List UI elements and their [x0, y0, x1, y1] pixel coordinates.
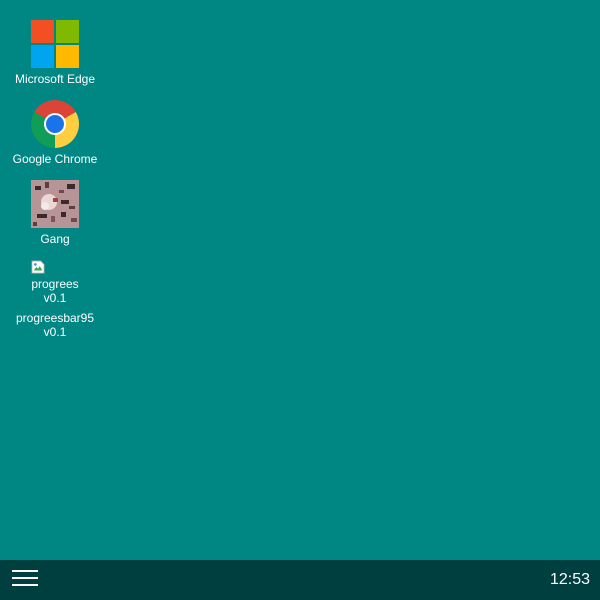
start-menu-button[interactable] — [6, 566, 44, 594]
desktop-icon-label: progreesbar95 v0.1 — [15, 311, 95, 339]
desktop-icon-microsoft-edge[interactable]: Microsoft Edge — [7, 20, 103, 86]
google-chrome-icon — [31, 100, 79, 148]
taskbar-clock: 12:53 — [549, 571, 590, 588]
hamburger-menu-icon — [12, 570, 38, 586]
gang-image-icon — [31, 180, 79, 228]
desktop-icon-label: Gang — [40, 232, 70, 246]
desktop-icon-label: Google Chrome — [12, 152, 98, 166]
broken-image-icon — [31, 260, 45, 274]
broken-image-alt-text: progrees v0.1 — [31, 277, 79, 305]
broken-image: progrees v0.1 — [31, 260, 79, 305]
desktop-icon-gang[interactable]: Gang — [7, 180, 103, 246]
microsoft-edge-icon — [31, 20, 79, 68]
desktop: Microsoft Edge Google Chrome Gang progre… — [0, 0, 600, 560]
desktop-icon-progreesbar95[interactable]: progrees v0.1 progreesbar95 v0.1 — [7, 260, 103, 339]
desktop-icon-label: Microsoft Edge — [14, 72, 96, 86]
taskbar: 12:53 — [0, 560, 600, 600]
desktop-icon-google-chrome[interactable]: Google Chrome — [7, 100, 103, 166]
